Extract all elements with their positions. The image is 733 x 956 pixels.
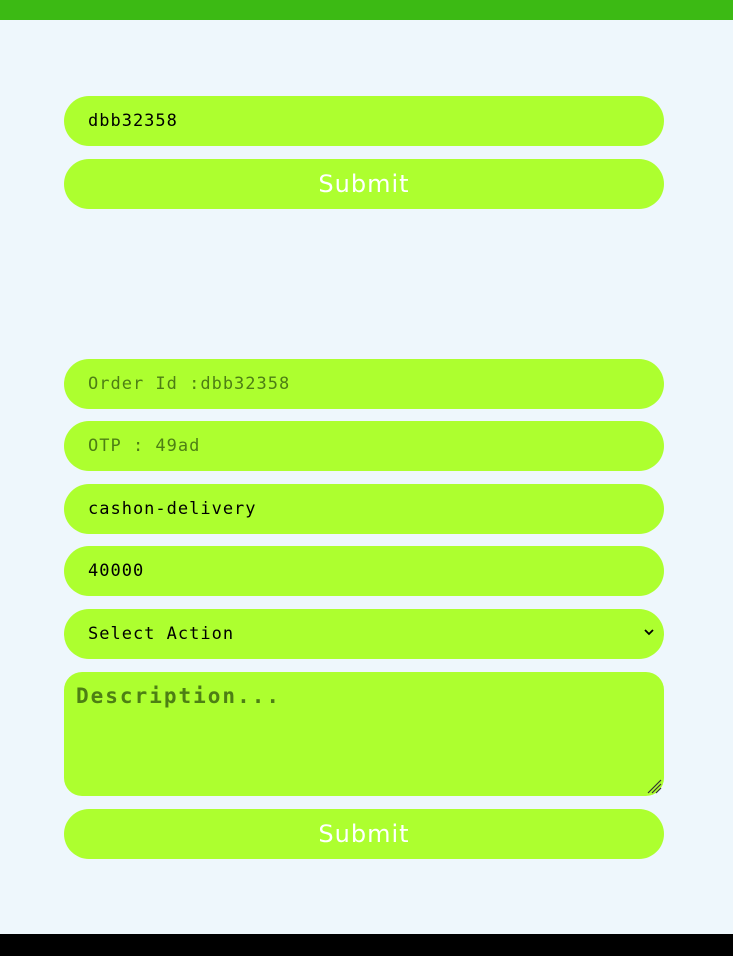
action-select-value: Select Action (88, 624, 235, 644)
action-select[interactable]: Select Action (64, 609, 664, 659)
footer-bar (0, 934, 733, 956)
top-bar (0, 0, 733, 20)
order-id-field[interactable]: Order Id :dbb32358 (64, 359, 664, 409)
otp-field[interactable]: OTP : 49ad (64, 421, 664, 471)
resize-grip-icon[interactable] (646, 778, 662, 794)
amount-field[interactable]: 40000 (64, 546, 664, 596)
description-placeholder: Description... (76, 684, 282, 708)
update-submit-button[interactable]: Submit (64, 809, 664, 859)
chevron-down-icon (644, 629, 654, 636)
payment-method-field[interactable]: cashon-delivery (64, 484, 664, 534)
order-search-input[interactable]: dbb32358 (64, 96, 664, 146)
description-textarea[interactable]: Description... (64, 672, 664, 796)
tracking-submit-button[interactable]: Submit (64, 159, 664, 209)
